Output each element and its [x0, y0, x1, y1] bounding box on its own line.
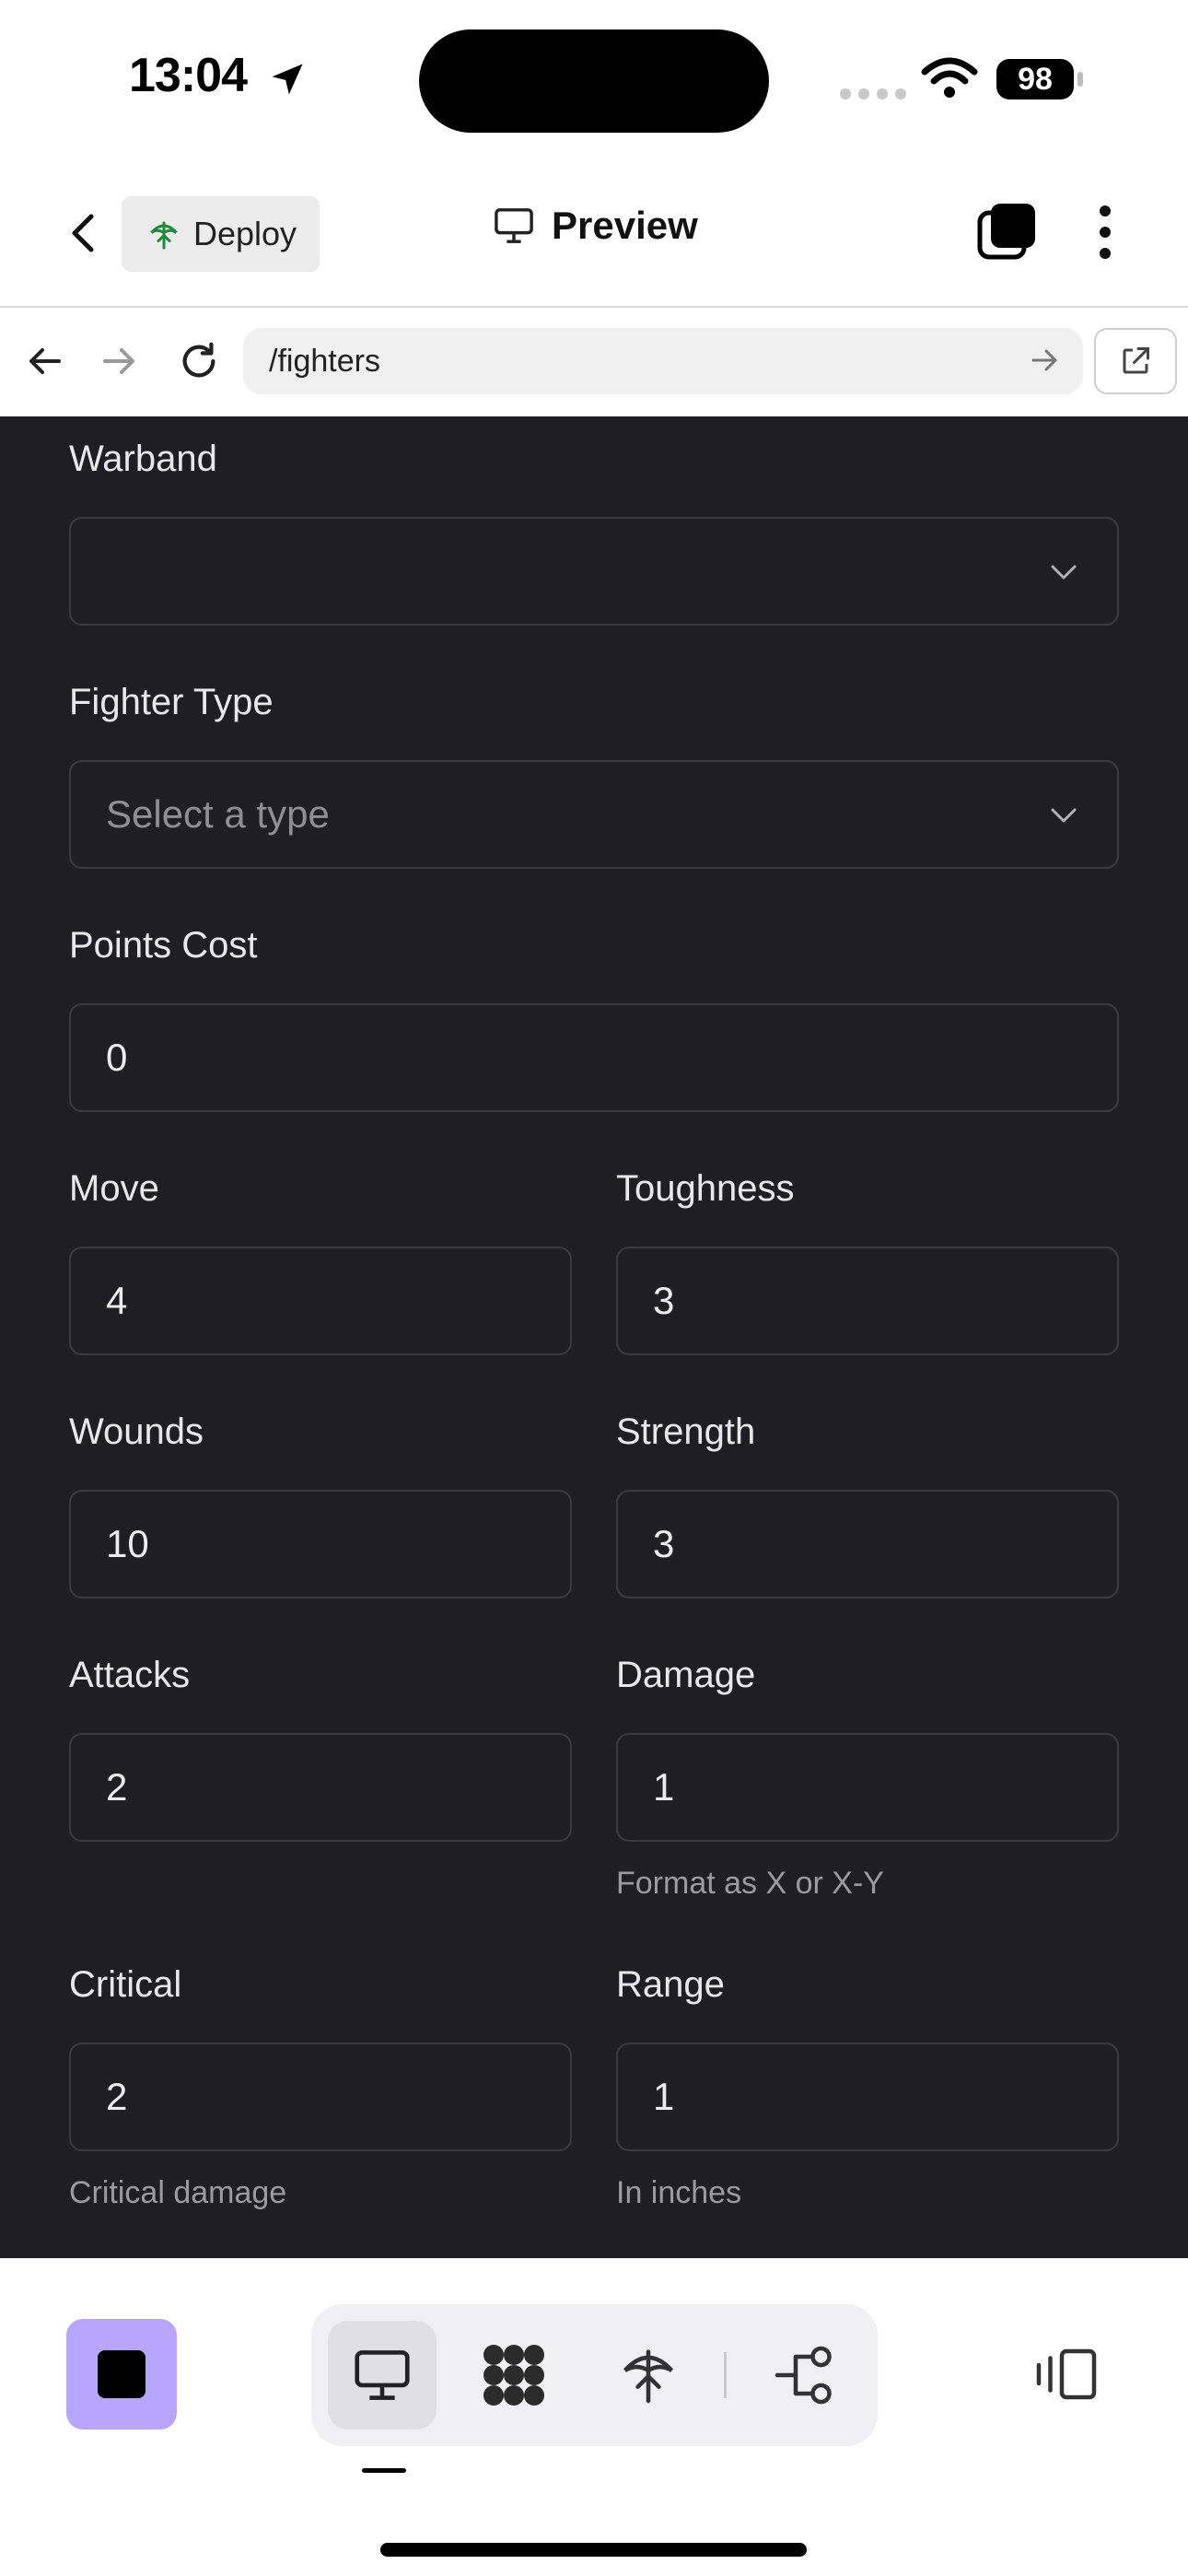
critical-label: Critical [69, 1964, 182, 2005]
range-input[interactable]: 1 [616, 2043, 1119, 2151]
range-hint: In inches [616, 2175, 742, 2210]
active-tab-indicator [362, 2468, 406, 2473]
toughness-value: 3 [653, 1279, 675, 1322]
dynamic-island [419, 29, 769, 133]
chevron-down-icon [1051, 808, 1077, 823]
attacks-value: 2 [106, 1765, 128, 1809]
go-arrow-icon[interactable] [1030, 345, 1061, 376]
deploy-icon [150, 221, 178, 250]
fighter-type-label: Fighter Type [69, 682, 274, 722]
strength-label: Strength [616, 1411, 756, 1452]
workflow-icon [775, 2346, 832, 2405]
deploy-label: Deploy [193, 215, 297, 252]
open-external-button[interactable] [1094, 328, 1177, 394]
device-frame-button[interactable] [1030, 2337, 1103, 2411]
points-cost-input[interactable]: 0 [69, 1003, 1119, 1112]
attacks-label: Attacks [69, 1655, 191, 1695]
external-link-icon [1123, 347, 1149, 374]
fighter-type-placeholder: Select a type [106, 792, 330, 836]
battery-tip [1077, 72, 1083, 87]
browser-forward-button[interactable] [92, 334, 147, 389]
deploy-button[interactable]: Deploy [122, 196, 320, 272]
chevron-down-icon [1051, 565, 1077, 580]
bottom-toolbar [0, 2258, 1188, 2576]
desktop-preview-icon [355, 2350, 410, 2400]
view-switcher [311, 2304, 878, 2446]
reload-icon [182, 342, 215, 378]
reload-button[interactable] [171, 334, 227, 389]
fighter-form: Warband Fighter Type Select a type Point… [0, 416, 1188, 2258]
home-indicator [380, 2543, 807, 2557]
range-value: 1 [653, 2075, 675, 2118]
strength-value: 3 [653, 1522, 675, 1565]
tabs-icon[interactable] [974, 200, 1039, 264]
range-label: Range [616, 1964, 725, 2005]
wounds-input[interactable]: 10 [69, 1490, 572, 1598]
arrow-left-icon [29, 348, 61, 374]
status-time: 13:04 [129, 49, 248, 102]
arrow-right-icon [103, 348, 134, 374]
device-frame-icon [1036, 2348, 1097, 2400]
back-button[interactable] [55, 205, 111, 261]
deploy-tab[interactable] [594, 2321, 703, 2430]
url-text: /fighters [269, 343, 380, 379]
deploy-icon [623, 2349, 674, 2404]
app-header: Deploy Preview [0, 161, 1188, 308]
browser-back-button[interactable] [17, 334, 72, 389]
critical-hint: Critical damage [69, 2175, 287, 2210]
more-options-button[interactable] [1087, 200, 1124, 264]
preview-title: Preview [493, 204, 698, 248]
warband-select[interactable] [69, 517, 1119, 626]
toughness-label: Toughness [616, 1168, 795, 1209]
location-arrow-icon [272, 64, 303, 95]
chevron-left-icon [72, 214, 94, 252]
attacks-input[interactable]: 2 [69, 1733, 572, 1842]
wifi-icon [921, 57, 978, 98]
points-cost-value: 0 [106, 1036, 128, 1079]
battery-indicator: 98 [996, 59, 1074, 100]
grid-blocks-icon [483, 2345, 544, 2406]
status-bar: 13:04 98 [0, 0, 1188, 161]
fighter-type-select[interactable]: Select a type [69, 760, 1119, 869]
strength-input[interactable]: 3 [616, 1490, 1119, 1598]
move-input[interactable]: 4 [69, 1247, 572, 1355]
critical-input[interactable]: 2 [69, 2043, 572, 2151]
damage-label: Damage [616, 1655, 756, 1695]
monitor-icon [495, 208, 533, 243]
damage-hint: Format as X or X-Y [616, 1866, 884, 1901]
url-input[interactable]: /fighters [243, 328, 1083, 394]
blocks-tab[interactable] [460, 2321, 568, 2430]
damage-value: 1 [653, 1765, 675, 1809]
warband-label: Warband [69, 439, 217, 479]
cellular-signal-icon [840, 88, 906, 100]
wounds-label: Wounds [69, 1411, 204, 1452]
move-label: Move [69, 1168, 159, 1209]
workflow-tab[interactable] [751, 2321, 859, 2430]
wounds-value: 10 [106, 1522, 149, 1565]
critical-value: 2 [106, 2075, 128, 2118]
desktop-preview-tab[interactable] [328, 2321, 437, 2430]
stop-icon [98, 2350, 146, 2398]
damage-input[interactable]: 1 [616, 1733, 1119, 1842]
preview-label: Preview [552, 204, 698, 247]
points-cost-label: Points Cost [69, 925, 258, 966]
toolbar-divider [724, 2352, 727, 2398]
browser-url-bar: /fighters [0, 308, 1188, 416]
toughness-input[interactable]: 3 [616, 1247, 1119, 1355]
move-value: 4 [106, 1279, 128, 1322]
stop-button[interactable] [66, 2319, 177, 2430]
